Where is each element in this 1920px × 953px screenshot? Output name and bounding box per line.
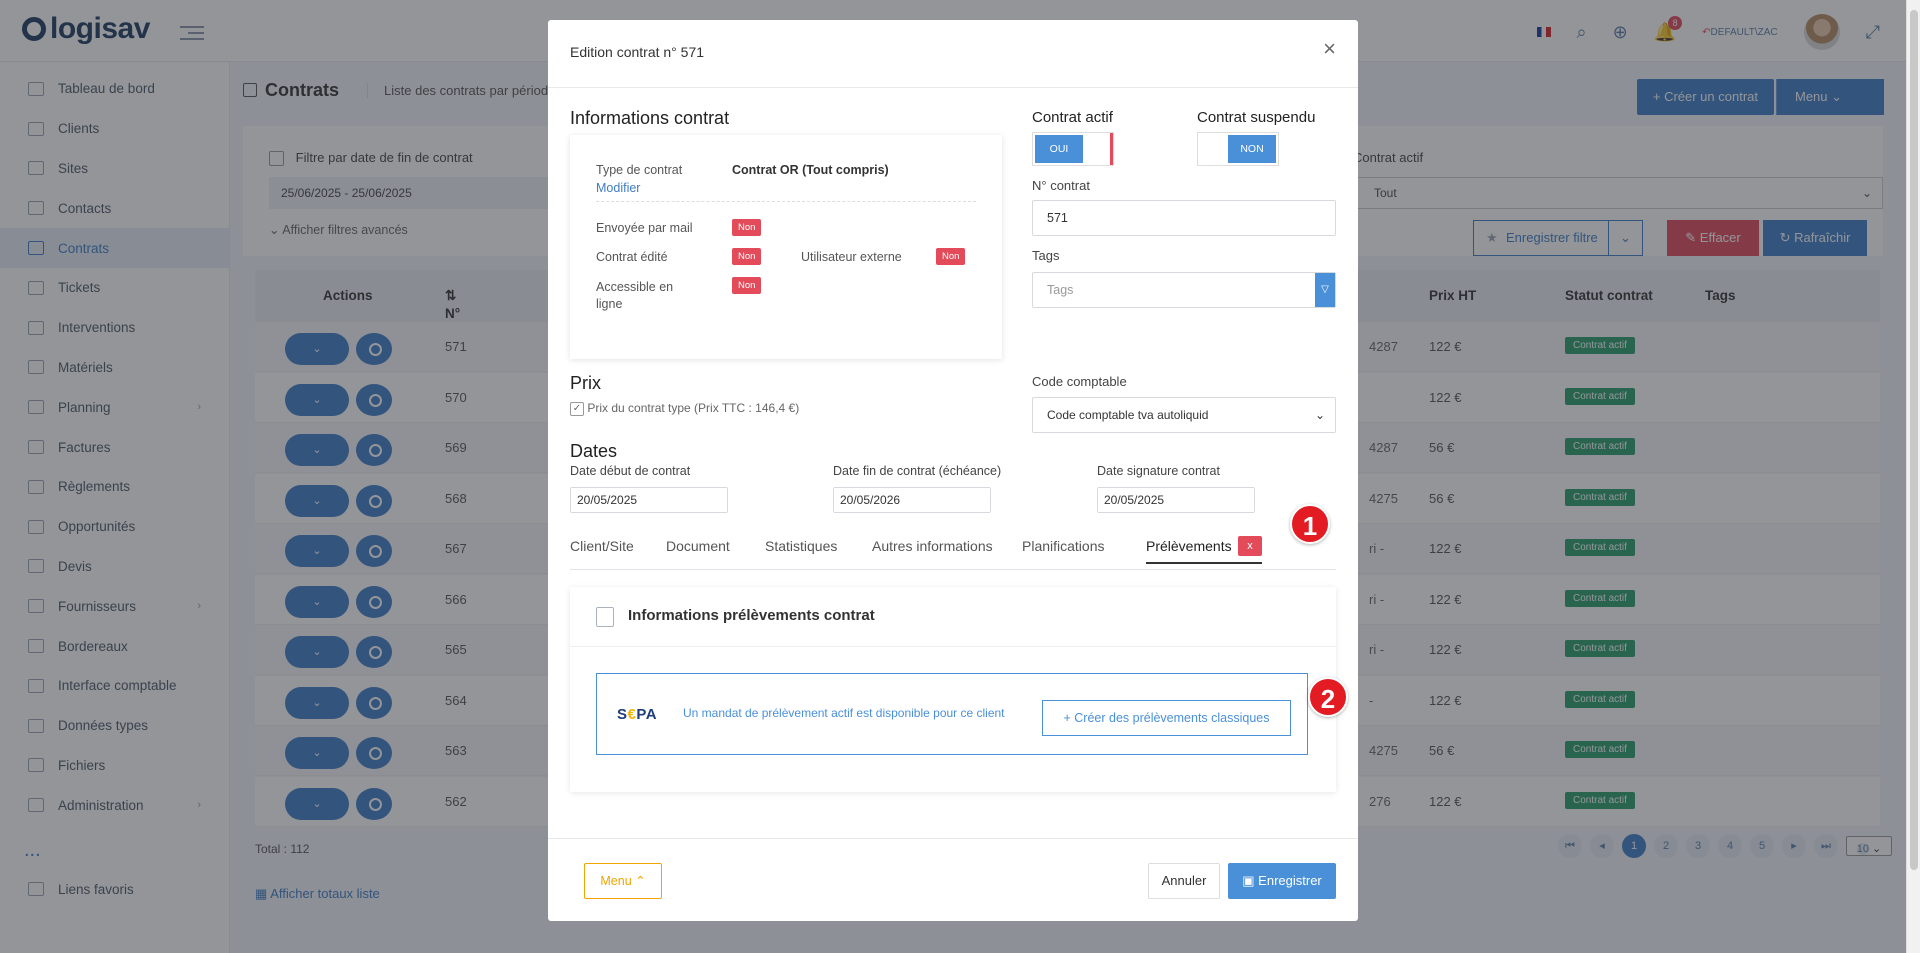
chevron-down-icon: ⌄ [1314, 408, 1325, 422]
toggle-edge [1110, 133, 1113, 165]
info-card: Type de contrat Contrat OR (Tout compris… [570, 135, 1002, 359]
tab-autres-informations[interactable]: Autres informations [872, 538, 993, 554]
scrollbar[interactable] [1906, 0, 1920, 953]
suspended-title: Contrat suspendu [1197, 109, 1316, 126]
prelevements-card: Informations prélèvements contrat S€PA U… [570, 587, 1336, 792]
prelevements-badge: x [1238, 536, 1262, 556]
sepa-logo: S€PA [617, 706, 657, 723]
save-button[interactable]: ▣ Enregistrer [1228, 863, 1336, 899]
price-section-title: Prix [570, 373, 601, 393]
cancel-button[interactable]: Annuler [1148, 863, 1220, 899]
tab-planifications[interactable]: Planifications [1022, 538, 1105, 554]
type-label: Type de contrat [596, 163, 683, 177]
end-date-input[interactable]: 20/05/2026 [833, 487, 991, 513]
type-value: Contrat OR (Tout compris) [732, 163, 889, 177]
tab-client-site[interactable]: Client/Site [570, 538, 634, 554]
floppy-icon: ▣ [1242, 873, 1255, 888]
dates-section-title: Dates [570, 441, 618, 461]
divider [596, 201, 976, 202]
edit-contract-modal: Edition contrat n° 571 × Informations co… [548, 20, 1358, 921]
online-badge: Non [732, 277, 762, 294]
contract-number-input[interactable]: 571 [1032, 200, 1336, 236]
tags-placeholder: Tags [1047, 283, 1074, 297]
price-checkbox[interactable]: ✓ Prix du contrat type (Prix TTC : 146,4… [570, 401, 799, 416]
online-label: Accessible en ligne [596, 280, 674, 311]
footer-menu-button[interactable]: Menu ⌃ [584, 863, 662, 899]
active-toggle-on: OUI [1035, 135, 1083, 163]
callout-1: 1 [1290, 504, 1330, 544]
tags-input[interactable]: Tags ▽ [1032, 272, 1336, 308]
save-label: Enregistrer [1258, 873, 1322, 888]
modify-link[interactable]: Modifier [596, 181, 640, 195]
tab-statistiques[interactable]: Statistiques [765, 538, 837, 554]
callout-2: 2 [1308, 677, 1348, 717]
modal-footer: Menu ⌃ Annuler ▣ Enregistrer [548, 838, 1358, 921]
start-label: Date début de contrat [570, 464, 691, 478]
sepa-logo-s: S [617, 706, 628, 723]
tags-label: Tags [1032, 248, 1060, 263]
modal-title: Edition contrat n° 571 [548, 20, 1358, 88]
active-toggle[interactable]: OUI [1032, 132, 1114, 166]
modal-tabs: Client/Site Document Statistiques Autres… [570, 536, 1336, 570]
price-checkbox-label: Prix du contrat type (Prix TTC : 146,4 €… [587, 401, 800, 415]
code-select[interactable]: Code comptable tva autoliquid ⌄ [1032, 397, 1336, 433]
code-label: Code comptable [1032, 374, 1127, 389]
sign-label: Date signature contrat [1097, 464, 1220, 478]
edited-label: Contrat édité [596, 250, 668, 264]
sepa-box: S€PA Un mandat de prélèvement actif est … [596, 673, 1308, 755]
end-label: Date fin de contrat (échéance) [833, 464, 1002, 478]
start-date-input[interactable]: 20/05/2025 [570, 487, 728, 513]
info-section-title: Informations contrat [570, 108, 730, 128]
checkbox-checked[interactable]: ✓ [570, 401, 584, 416]
suspended-toggle[interactable]: NON [1197, 132, 1279, 166]
document-icon [596, 607, 614, 627]
dropdown-icon[interactable]: ▽ [1315, 273, 1335, 307]
edited-badge: Non [732, 248, 762, 265]
prelevements-title: Informations prélèvements contrat [628, 607, 875, 624]
code-value: Code comptable tva autoliquid [1047, 408, 1209, 422]
external-label: Utilisateur externe [801, 250, 902, 264]
sepa-logo-pa: PA [636, 706, 658, 723]
sepa-message: Un mandat de prélèvement actif est dispo… [683, 706, 1005, 720]
sent-badge: Non [732, 219, 762, 236]
sent-label: Envoyée par mail [596, 221, 693, 235]
create-direct-debits-button[interactable]: + Créer des prélèvements classiques [1042, 700, 1291, 736]
sign-date-input[interactable]: 20/05/2025 [1097, 487, 1255, 513]
active-title: Contrat actif [1032, 109, 1113, 126]
tab-document[interactable]: Document [666, 538, 730, 554]
suspended-toggle-off: NON [1228, 135, 1276, 163]
num-label: N° contrat [1032, 178, 1090, 193]
footer-menu-label: Menu [600, 874, 632, 888]
external-badge: Non [936, 248, 966, 265]
close-icon[interactable]: × [1323, 36, 1336, 62]
